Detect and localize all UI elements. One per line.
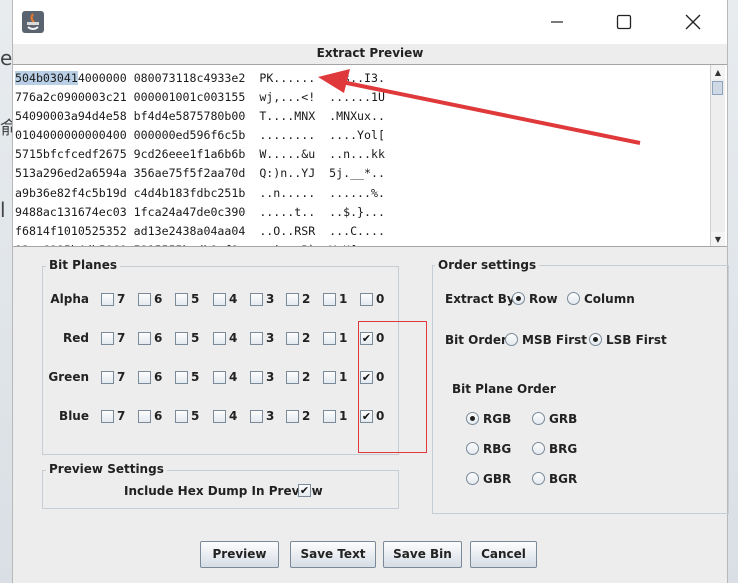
annotation-arrow — [318, 69, 641, 145]
